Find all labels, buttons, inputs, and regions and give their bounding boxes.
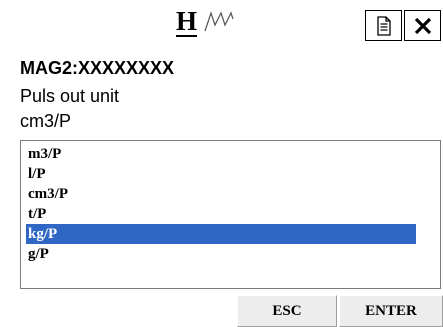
document-button[interactable] (365, 10, 402, 41)
logo-letter: H (176, 6, 198, 37)
list-item[interactable]: l/P (26, 164, 416, 184)
list-item[interactable]: kg/P (26, 224, 416, 244)
list-item[interactable]: cm3/P (26, 184, 416, 204)
close-icon (414, 17, 431, 34)
waveform-icon (204, 11, 234, 32)
current-value: cm3/P (20, 111, 72, 131)
esc-button[interactable]: ESC (237, 295, 337, 327)
parameter-label: Puls out unit (20, 86, 120, 106)
logo: H (176, 4, 236, 38)
list-item[interactable]: g/P (26, 244, 416, 264)
document-icon (376, 15, 391, 36)
list-item[interactable]: m3/P (26, 144, 416, 164)
close-button[interactable] (404, 10, 441, 41)
unit-options-list[interactable]: m3/P l/P cm3/P t/P kg/P g/P (20, 140, 441, 289)
enter-button[interactable]: ENTER (339, 295, 443, 327)
list-item[interactable]: t/P (26, 204, 416, 224)
device-name: MAG2:XXXXXXXX (20, 58, 175, 78)
